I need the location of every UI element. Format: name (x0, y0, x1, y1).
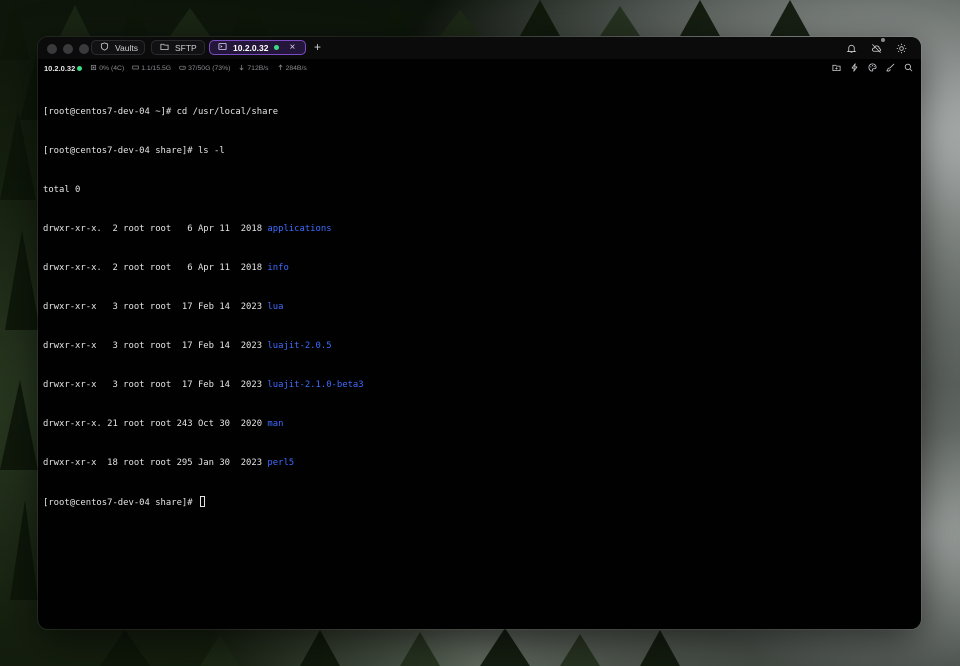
terminal-line: [root@centos7-dev-04 share]# ls -l (43, 145, 916, 158)
directory-listing-row: drwxr-xr-x. 2 root root 6 Apr 11 2018 ap… (43, 223, 916, 236)
shell-prompt: [root@centos7-dev-04 ~]# (43, 107, 177, 117)
directory-listing-row: drwxr-xr-x. 2 root root 6 Apr 11 2018 in… (43, 262, 916, 275)
directory-listing-row: drwxr-xr-x 18 root root 295 Jan 30 2023 … (43, 457, 916, 470)
tab-sftp[interactable]: SFTP (151, 40, 205, 55)
directory-listing-row: drwxr-xr-x 3 root root 17 Feb 14 2023 lu… (43, 340, 916, 353)
close-tab-icon[interactable]: × (289, 42, 295, 53)
disk-stat: 37/50G (73%) (179, 64, 230, 73)
folder-icon (160, 42, 169, 53)
shield-icon (100, 42, 109, 53)
download-value: 712B/s (247, 65, 269, 72)
directory-name: luajit-2.0.5 (267, 341, 332, 351)
disk-value: 37/50G (73%) (188, 65, 231, 72)
shell-prompt: [root@centos7-dev-04 share]# (43, 498, 198, 508)
tab-vaults[interactable]: Vaults (91, 40, 145, 55)
app-window: Vaults SFTP 10.2.0.32 × + 10.2.0.32 0% (… (38, 37, 921, 629)
cpu-icon (90, 64, 97, 73)
terminal-line: total 0 (43, 185, 81, 195)
notification-dot (881, 38, 885, 42)
directory-listing-row: drwxr-xr-x 3 root root 17 Feb 14 2023 lu… (43, 301, 916, 314)
upload-stat: 284B/s (277, 64, 307, 73)
cloud-off-icon[interactable] (871, 38, 885, 53)
directory-name: luajit-2.1.0-beta3 (267, 380, 364, 390)
file-meta: drwxr-xr-x 3 root root 17 Feb 14 2023 (43, 302, 268, 312)
search-icon[interactable] (904, 63, 913, 74)
upload-arrow-icon (277, 64, 284, 73)
palette-icon[interactable] (868, 63, 877, 74)
download-stat: 712B/s (238, 64, 269, 73)
directory-name: info (267, 263, 289, 273)
file-meta: drwxr-xr-x 3 root root 17 Feb 14 2023 (43, 380, 268, 390)
bell-icon[interactable] (846, 41, 857, 53)
zoom-window-button[interactable] (79, 44, 89, 54)
file-meta: drwxr-xr-x 18 root root 295 Jan 30 2023 (43, 458, 268, 468)
command-text: ls -l (197, 146, 225, 156)
minimize-window-button[interactable] (63, 44, 73, 54)
shell-prompt: [root@centos7-dev-04 share]# (43, 146, 198, 156)
cpu-stat: 0% (4C) (90, 64, 124, 73)
file-meta: drwxr-xr-x 3 root root 17 Feb 14 2023 (43, 341, 268, 351)
terminal-line: [root@centos7-dev-04 ~]# cd /usr/local/s… (43, 106, 916, 119)
host-online-indicator (77, 66, 83, 71)
cpu-value: 0% (4C) (99, 65, 125, 72)
directory-name: applications (267, 224, 332, 234)
disk-icon (179, 64, 186, 73)
command-text: cd /usr/local/share (176, 107, 279, 117)
window-controls (47, 44, 89, 54)
directory-listing-row: drwxr-xr-x 3 root root 17 Feb 14 2023 lu… (43, 379, 916, 392)
directory-name: man (267, 419, 284, 429)
tab-label: SFTP (175, 42, 197, 53)
memory-stat: 1.1/15.5G (132, 64, 171, 73)
memory-icon (132, 64, 139, 73)
terminal-icon (218, 42, 227, 53)
new-folder-icon[interactable] (832, 63, 841, 74)
tab-label: Vaults (115, 42, 138, 53)
session-status-bar: 10.2.0.32 0% (4C) 1.1/15.5G 37/50G (73%)… (38, 61, 921, 76)
session-actions (832, 63, 913, 74)
file-meta: drwxr-xr-x. 2 root root 6 Apr 11 2018 (43, 263, 268, 273)
upload-value: 284B/s (285, 65, 307, 72)
brush-icon[interactable] (885, 63, 895, 74)
download-arrow-icon (238, 64, 245, 73)
directory-name: lua (267, 302, 284, 312)
connection-status-dot (274, 45, 280, 50)
directory-name: perl5 (267, 458, 295, 468)
file-meta: drwxr-xr-x. 2 root root 6 Apr 11 2018 (43, 224, 268, 234)
tab-label: 10.2.0.32 (233, 42, 269, 53)
text-cursor (199, 496, 205, 507)
lightning-icon[interactable] (850, 63, 859, 74)
sun-icon[interactable] (896, 41, 907, 54)
new-tab-button[interactable]: + (314, 40, 321, 55)
host-address: 10.2.0.32 (44, 64, 76, 73)
directory-listing-row: drwxr-xr-x. 21 root root 243 Oct 30 2020… (43, 418, 916, 431)
memory-value: 1.1/15.5G (141, 65, 172, 72)
titlebar-actions (846, 38, 907, 54)
title-bar: Vaults SFTP 10.2.0.32 × + (38, 37, 921, 59)
file-meta: drwxr-xr-x. 21 root root 243 Oct 30 2020 (43, 419, 268, 429)
terminal-output[interactable]: [root@centos7-dev-04 ~]# cd /usr/local/s… (43, 80, 916, 624)
close-window-button[interactable] (47, 44, 57, 54)
terminal-input-line[interactable]: [root@centos7-dev-04 share]# (43, 496, 916, 509)
tab-session-host[interactable]: 10.2.0.32 × (209, 40, 306, 55)
